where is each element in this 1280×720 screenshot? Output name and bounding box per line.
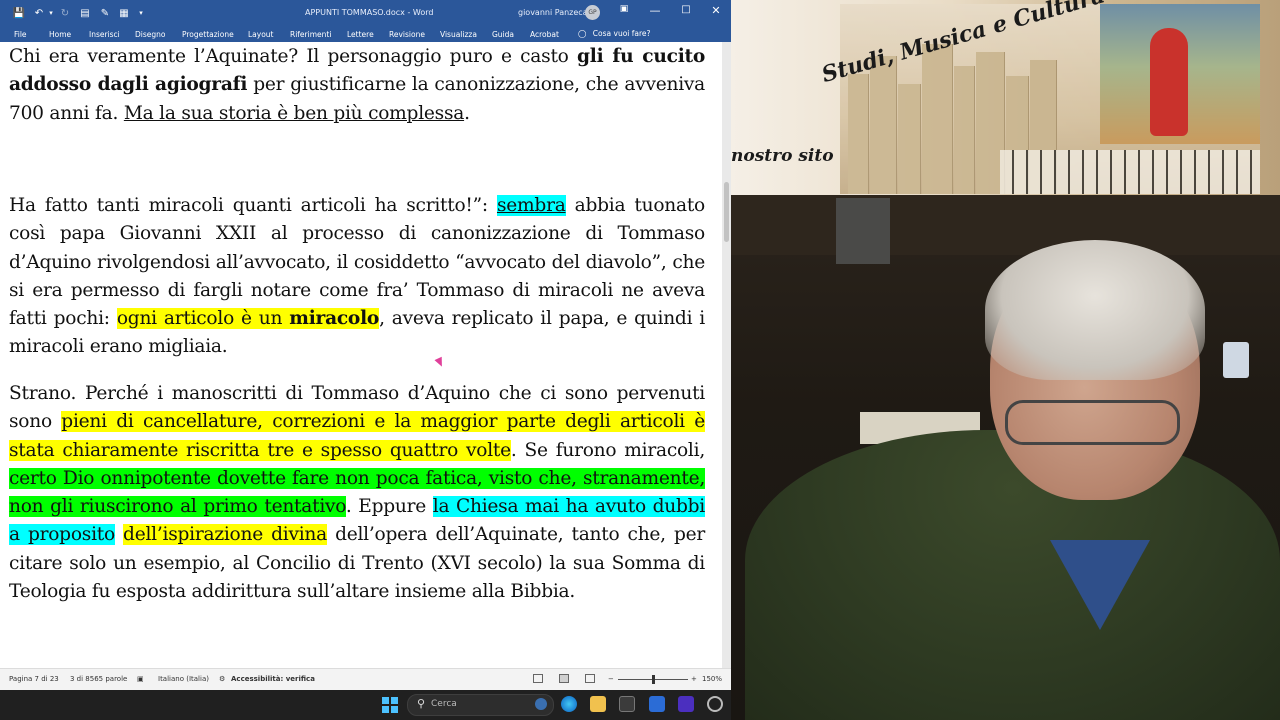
tell-me-search[interactable]: ◯ Cosa vuoi fare? (578, 29, 651, 38)
settings-app-icon[interactable] (707, 696, 723, 712)
text-run: . Eppure (345, 496, 433, 518)
customize-toolbar-icon[interactable]: ▾ (136, 6, 146, 20)
text-run-highlight-yellow-bold: miracolo (289, 308, 380, 330)
background-mug (1223, 342, 1249, 378)
person-body (745, 430, 1280, 720)
undo-dropdown-icon[interactable]: ▾ (47, 6, 55, 20)
text-run (115, 524, 123, 545)
search-icon: ⚲ (417, 697, 426, 710)
review-icon[interactable]: ✎ (98, 6, 112, 20)
paragraph-2[interactable]: Ha fatto tanti miracoli quanti articoli … (9, 192, 705, 362)
zoom-level[interactable]: 150% (702, 675, 722, 683)
background-cabinet (731, 195, 1280, 255)
tab-draw[interactable]: Disegno (135, 30, 165, 39)
text-run: Ha fatto tanti miracoli quanti articoli … (9, 195, 497, 216)
scrollbar-thumb[interactable] (724, 182, 729, 242)
zoom-out-icon[interactable]: − (608, 675, 614, 683)
text-run-highlight-cyan: sembra (496, 195, 566, 216)
pen-app-icon[interactable] (678, 696, 694, 712)
tab-insert[interactable]: Inserisci (89, 30, 120, 39)
tab-design[interactable]: Progettazione (182, 30, 234, 39)
text-run: . (464, 102, 470, 124)
painting-figure (1150, 28, 1188, 136)
tab-home[interactable]: Home (49, 30, 71, 39)
proofing-icon[interactable]: ▣ (137, 675, 144, 683)
tab-file[interactable]: File (14, 30, 27, 39)
word-count[interactable]: 3 di 8565 parole (70, 675, 127, 683)
tell-me-label: Cosa vuoi fare? (592, 29, 651, 38)
lightbulb-icon: ◯ (578, 29, 587, 38)
close-button[interactable]: ✕ (706, 4, 726, 17)
tab-view[interactable]: Visualizza (440, 30, 477, 39)
web-layout-icon[interactable] (585, 674, 595, 683)
ribbon-display-options-icon[interactable]: ▣ (614, 4, 634, 14)
vertical-scrollbar[interactable] (722, 42, 731, 668)
language[interactable]: Italiano (Italia) (158, 675, 209, 683)
print-layout-icon[interactable] (559, 674, 569, 683)
person-glasses (1005, 400, 1180, 445)
taskbar-search[interactable]: ⚲ Cerca (407, 694, 554, 716)
edge-browser-icon[interactable] (561, 696, 577, 712)
paragraph-1[interactable]: Chi era veramente l’Aquinate? Il persona… (9, 43, 705, 128)
text-run-underlined: Ma la sua storia è ben più complessa (123, 102, 465, 124)
windows-start-icon[interactable] (382, 697, 398, 713)
paragraph-3[interactable]: Strano. Perché i manoscritti di Tommaso … (9, 380, 705, 606)
tab-layout[interactable]: Layout (248, 30, 274, 39)
minimize-button[interactable]: — (645, 4, 665, 17)
undo-icon[interactable]: ↶ (32, 6, 46, 20)
text-run: Chi era veramente l’Aquinate? Il persona… (9, 46, 577, 67)
title-bar: 💾 ↶ ▾ ↻ ▤ ✎ ▦ ▾ APPUNTI TOMMASO.docx - W… (0, 0, 731, 26)
tab-review[interactable]: Revisione (389, 30, 425, 39)
background-object (836, 198, 890, 264)
maximize-button[interactable]: □ (676, 4, 696, 15)
avatar[interactable]: GP (585, 5, 600, 20)
redo-icon[interactable]: ↻ (58, 6, 72, 20)
text-run-highlight-yellow: ogni articolo è un (116, 308, 290, 330)
page-count[interactable]: Pagina 7 di 23 (9, 675, 59, 683)
piano-keys-graphic (1000, 150, 1260, 194)
document-title: APPUNTI TOMMASO.docx - Word (305, 8, 434, 17)
read-mode-icon[interactable] (533, 674, 543, 683)
tab-mailings[interactable]: Lettere (347, 30, 374, 39)
user-name[interactable]: giovanni Panzeca (518, 8, 588, 17)
banner-subtitle: nostro sito (731, 146, 834, 166)
format-icon[interactable]: ▦ (117, 6, 131, 20)
mail-icon[interactable] (649, 696, 665, 712)
ribbon-tabs: File Home Inserisci Disegno Progettazion… (0, 26, 731, 42)
zoom-in-icon[interactable]: + (691, 675, 697, 683)
save-icon[interactable]: 💾 (12, 6, 26, 20)
store-icon[interactable] (619, 696, 635, 712)
tab-help[interactable]: Guida (492, 30, 514, 39)
tab-references[interactable]: Riferimenti (290, 30, 331, 39)
search-placeholder: Cerca (431, 699, 457, 709)
accessibility-icon[interactable]: ⚙ (219, 675, 225, 683)
word-window: 💾 ↶ ▾ ↻ ▤ ✎ ▦ ▾ APPUNTI TOMMASO.docx - W… (0, 0, 731, 690)
tab-acrobat[interactable]: Acrobat (530, 30, 559, 39)
file-explorer-icon[interactable] (590, 696, 606, 712)
zoom-slider-thumb[interactable] (652, 675, 655, 684)
text-run-highlight-yellow: dell’ispirazione divina (123, 524, 327, 546)
accessibility-status[interactable]: Accessibilità: verifica (231, 675, 315, 683)
print-preview-icon[interactable]: ▤ (78, 6, 92, 20)
status-bar: Pagina 7 di 23 3 di 8565 parole ▣ Italia… (0, 668, 731, 690)
person-hair (985, 240, 1205, 380)
document-page[interactable]: Chi era veramente l’Aquinate? Il persona… (0, 42, 722, 668)
text-run: . Se furono miracoli, (510, 439, 705, 461)
search-highlight-icon (535, 698, 547, 710)
